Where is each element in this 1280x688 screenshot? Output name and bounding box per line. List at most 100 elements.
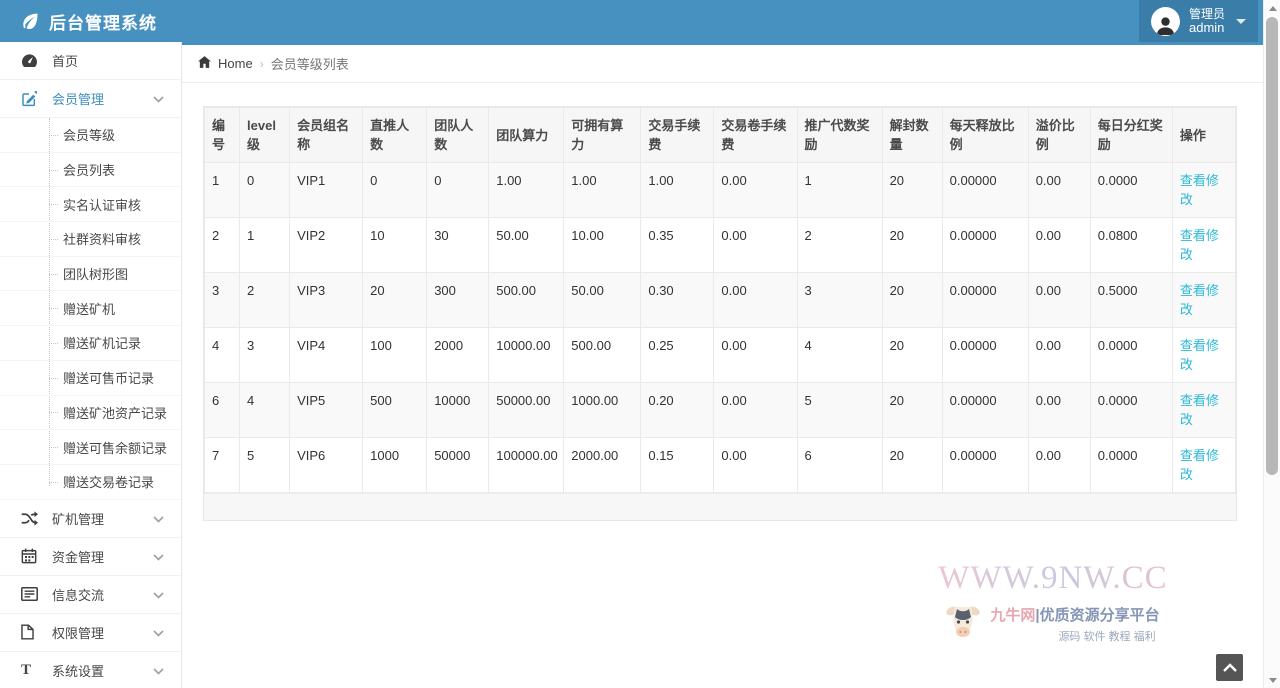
sidebar-subitem[interactable]: 赠送矿池资产记录: [0, 396, 181, 431]
sidebar-item-label: 矿机管理: [52, 509, 104, 528]
column-header: 会员组名称: [290, 108, 363, 163]
sidebar-submenu: 会员等级会员列表实名认证审核社群资料审核团队树形图赠送矿机赠送矿机记录赠送可售币…: [0, 118, 181, 500]
sidebar-subitem[interactable]: 会员列表: [0, 153, 181, 188]
sidebar-item-4[interactable]: 信息交流: [0, 576, 181, 614]
view-edit-link[interactable]: 查看修改: [1180, 338, 1219, 372]
table-cell: 0.0000: [1090, 438, 1172, 493]
table-cell: 查看修改: [1172, 218, 1235, 273]
leaf-icon: [20, 11, 40, 31]
table-cell: VIP5: [290, 383, 363, 438]
table-cell: 500.00: [564, 328, 641, 383]
dashboard-icon: [21, 53, 39, 68]
view-edit-link[interactable]: 查看修改: [1180, 448, 1219, 482]
sidebar-item-1[interactable]: 会员管理: [0, 80, 181, 118]
table-cell: 0.00: [714, 163, 797, 218]
home-icon: [197, 55, 212, 72]
table-row: 75VIP6100050000100000.002000.000.150.006…: [205, 438, 1236, 493]
table-cell: 1: [797, 163, 882, 218]
sidebar-menu: 首页会员管理会员等级会员列表实名认证审核社群资料审核团队树形图赠送矿机赠送矿机记…: [0, 42, 181, 688]
table-cell: 50000: [427, 438, 489, 493]
newspaper-icon: [21, 587, 39, 601]
table-cell: 0.00000: [942, 273, 1028, 328]
table-cell: 0.00: [714, 438, 797, 493]
sidebar-subitem[interactable]: 会员等级: [0, 118, 181, 153]
table-cell: 0: [240, 163, 290, 218]
sidebar-item-6[interactable]: T系统设置: [0, 652, 181, 688]
table-cell: 10000: [427, 383, 489, 438]
table-cell: 500: [363, 383, 427, 438]
main-content: Home › 会员等级列表 编号level级会员组名称直推人数团队人数团队算力可…: [182, 42, 1263, 688]
user-name: admin: [1189, 21, 1225, 35]
table-cell: 20: [882, 218, 942, 273]
table-cell: 1000.00: [564, 383, 641, 438]
sidebar-subitem[interactable]: 赠送矿机记录: [0, 326, 181, 361]
table-row: 43VIP4100200010000.00500.000.250.004200.…: [205, 328, 1236, 383]
breadcrumb: Home › 会员等级列表: [182, 45, 1263, 83]
column-header: 解封数量: [882, 108, 942, 163]
table-cell: 0.35: [641, 218, 714, 273]
table-cell: 0.15: [641, 438, 714, 493]
sidebar-item-label: 会员管理: [52, 89, 104, 108]
table-cell: 1000: [363, 438, 427, 493]
user-menu[interactable]: 管理员 admin: [1139, 0, 1258, 42]
breadcrumb-separator: ›: [260, 57, 264, 71]
table-cell: 1.00: [564, 163, 641, 218]
sidebar-item-0[interactable]: 首页: [0, 42, 181, 80]
view-edit-link[interactable]: 查看修改: [1180, 228, 1219, 262]
table-cell: VIP3: [290, 273, 363, 328]
app-logo: 后台管理系统: [0, 9, 157, 34]
sidebar-item-3[interactable]: 资金管理: [0, 538, 181, 576]
avatar: [1151, 7, 1180, 36]
scrollbar-thumb[interactable]: [1266, 17, 1278, 475]
back-to-top-button[interactable]: [1216, 654, 1243, 681]
sidebar-subitem[interactable]: 赠送可售余额记录: [0, 430, 181, 465]
sidebar-item-5[interactable]: 权限管理: [0, 614, 181, 652]
table-cell: 0.0800: [1090, 218, 1172, 273]
sidebar-subitem[interactable]: 赠送交易卷记录: [0, 465, 181, 500]
table-cell: 0.00: [714, 383, 797, 438]
sidebar-subitem[interactable]: 赠送矿机: [0, 291, 181, 326]
sidebar-subitem[interactable]: 社群资料审核: [0, 222, 181, 257]
user-role: 管理员: [1189, 7, 1225, 21]
breadcrumb-home[interactable]: Home: [197, 55, 253, 72]
calendar-icon: [21, 548, 39, 564]
scroll-down-arrow[interactable]: [1264, 672, 1280, 688]
column-header: level级: [240, 108, 290, 163]
table-cell: 0.00000: [942, 218, 1028, 273]
view-edit-link[interactable]: 查看修改: [1180, 393, 1219, 427]
table-cell: VIP1: [290, 163, 363, 218]
view-edit-link[interactable]: 查看修改: [1180, 283, 1219, 317]
sidebar-item-2[interactable]: 矿机管理: [0, 500, 181, 538]
top-navbar: 后台管理系统 管理员 admin: [0, 0, 1280, 42]
column-header: 溢价比例: [1028, 108, 1090, 163]
table-cell: 0.00000: [942, 438, 1028, 493]
table-footer-bar: [204, 493, 1236, 520]
column-header: 团队人数: [427, 108, 489, 163]
table-cell: 0.0000: [1090, 163, 1172, 218]
chevron-down-icon: [153, 511, 164, 526]
view-edit-link[interactable]: 查看修改: [1180, 173, 1219, 207]
text-icon: T: [21, 663, 39, 677]
table-cell: 20: [882, 163, 942, 218]
app-title: 后台管理系统: [49, 9, 157, 34]
sidebar-subitem[interactable]: 赠送可售币记录: [0, 361, 181, 396]
table-cell: 100: [363, 328, 427, 383]
user-meta: 管理员 admin: [1189, 7, 1225, 35]
column-header: 团队算力: [489, 108, 564, 163]
column-header: 编号: [205, 108, 240, 163]
table-cell: 0.00: [1028, 218, 1090, 273]
table-cell: 10: [363, 218, 427, 273]
sidebar: 首页会员管理会员等级会员列表实名认证审核社群资料审核团队树形图赠送矿机赠送矿机记…: [0, 42, 182, 688]
file-icon: [21, 624, 39, 640]
table-cell: 0.5000: [1090, 273, 1172, 328]
column-header: 每天释放比例: [942, 108, 1028, 163]
table-cell: 3: [797, 273, 882, 328]
table-cell: 1: [205, 163, 240, 218]
table-cell: VIP6: [290, 438, 363, 493]
sidebar-subitem[interactable]: 实名认证审核: [0, 187, 181, 222]
table-cell: 7: [205, 438, 240, 493]
sidebar-subitem[interactable]: 团队树形图: [0, 257, 181, 292]
table-cell: 查看修改: [1172, 163, 1235, 218]
scroll-up-arrow[interactable]: [1264, 0, 1280, 16]
table-cell: 0.00000: [942, 328, 1028, 383]
